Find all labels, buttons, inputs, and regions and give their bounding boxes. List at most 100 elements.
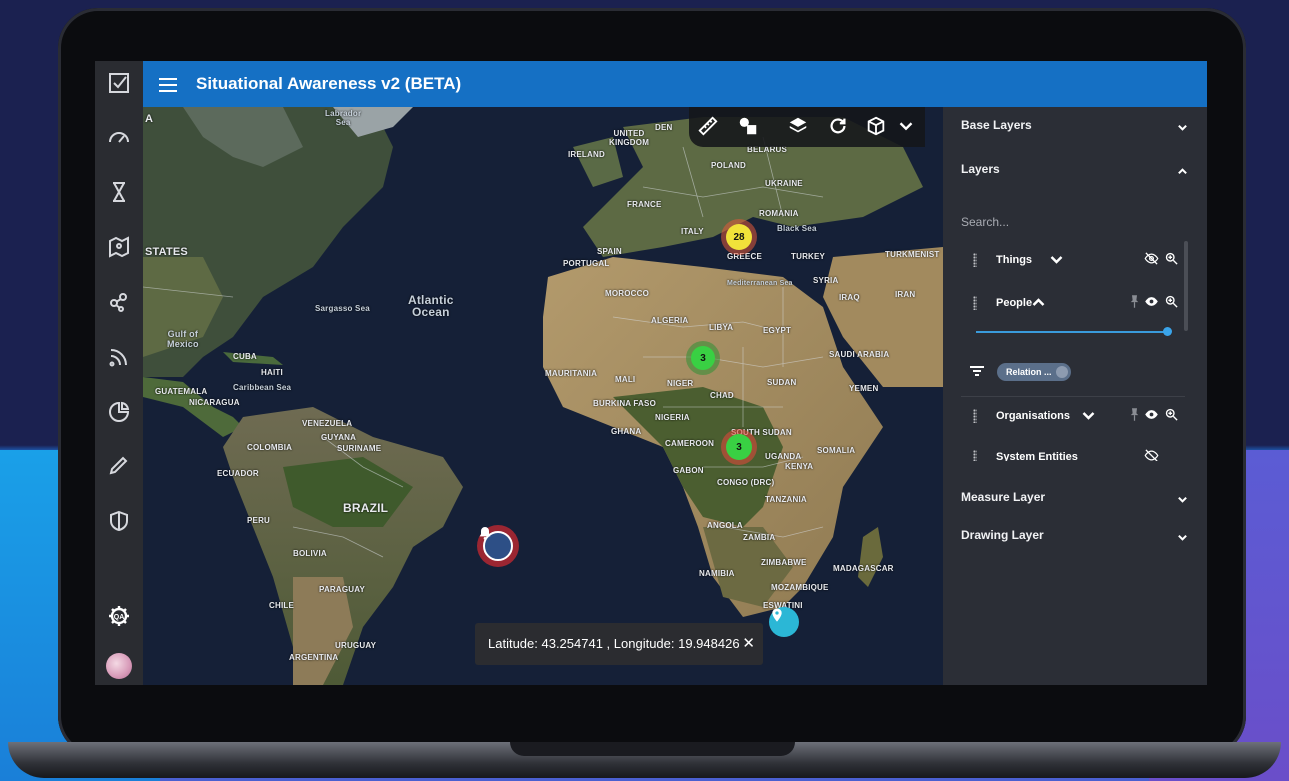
map-label-syria: SYRIA (813, 276, 839, 285)
map-label-ukraine: UKRAINE (765, 179, 803, 188)
shapes-icon[interactable] (737, 115, 761, 139)
eye-icon[interactable] (1144, 407, 1160, 423)
refresh-icon[interactable] (827, 115, 851, 139)
layer-item-system-entities[interactable]: System Entities (961, 447, 1185, 461)
map-label-zambia: ZAMBIA (743, 533, 776, 542)
close-icon[interactable]: ✕ (742, 623, 755, 665)
pin-icon[interactable] (1127, 407, 1143, 423)
map-label-labrador: Labrador Sea (325, 109, 362, 127)
map-label-chad: CHAD (710, 391, 734, 400)
avatar[interactable] (106, 653, 132, 679)
layers-scrollbar[interactable] (1184, 241, 1188, 331)
chevron-down-icon[interactable] (1081, 408, 1097, 424)
map-label-iraq: IRAQ (839, 293, 860, 302)
map-label-venezuela: VENEZUELA (302, 419, 353, 428)
map-label-sargasso: Sargasso Sea (315, 304, 370, 313)
pencil-edit-icon[interactable] (105, 453, 133, 481)
eye-icon[interactable] (1144, 294, 1160, 310)
map-label-tanzania: TANZANIA (765, 495, 807, 504)
layer-list-clip: System Entities (961, 447, 1185, 461)
chevron-up-icon[interactable] (1031, 295, 1047, 311)
task-check-icon[interactable] (105, 71, 133, 99)
cluster-count: 3 (691, 346, 715, 370)
map-label-mozambique: MOZAMBIQUE (771, 583, 829, 592)
page-title: Situational Awareness v2 (BETA) (196, 74, 462, 93)
filter-icon[interactable] (970, 366, 984, 376)
map-label-chile: CHILE (269, 601, 294, 610)
layers-search-input[interactable]: Search... (961, 215, 1009, 229)
map-label-argentina: ARGENTINA (289, 653, 339, 662)
dashboard-gauge-icon[interactable] (105, 125, 133, 153)
map-label-turkmenistan: TURKMENIST (885, 250, 940, 259)
layer-item-organisations[interactable]: Organisations (961, 403, 1185, 429)
layer-name: People (996, 297, 1033, 309)
chevron-up-icon[interactable] (1177, 164, 1187, 175)
layer-item-things[interactable]: Things (961, 247, 1185, 273)
map-label-colombia: COLOMBIA (247, 443, 293, 452)
map-label-spain: SPAIN (597, 247, 622, 256)
app-header: Situational Awareness v2 (BETA) (143, 61, 1207, 107)
slider-knob[interactable] (1163, 327, 1172, 336)
map-label-saudi: SAUDI ARABIA (829, 350, 890, 359)
map-label-portugal: PORTUGAL (563, 259, 610, 268)
chevron-down-icon[interactable] (1177, 120, 1187, 131)
map-cluster-marker[interactable]: 3 (721, 429, 757, 465)
map-cluster-marker[interactable]: 3 (686, 341, 720, 375)
map-label-poland: POLAND (711, 161, 746, 170)
cube-3d-icon[interactable] (865, 115, 889, 139)
zoom-in-icon[interactable] (1164, 251, 1180, 267)
layer-name: System Entities (996, 451, 1078, 461)
filter-chip[interactable]: Relation ... (997, 363, 1071, 381)
drag-handle-icon[interactable] (973, 409, 977, 423)
rss-feed-icon[interactable] (105, 345, 133, 373)
drag-handle-icon[interactable] (973, 296, 977, 310)
base-layers-header[interactable]: Base Layers (961, 118, 1032, 132)
chevron-down-icon[interactable] (1049, 252, 1065, 268)
pin-icon[interactable] (1127, 294, 1143, 310)
hourglass-icon[interactable] (105, 180, 133, 208)
hamburger-menu-icon[interactable] (159, 75, 177, 93)
map-view[interactable]: A Labrador Sea STATES Gulf of Mexico Sar… (143, 107, 943, 685)
map-label-iran: IRAN (895, 290, 916, 299)
map-label-uganda: UGANDA (765, 452, 802, 461)
eye-off-icon[interactable] (1144, 251, 1160, 267)
chevron-down-icon[interactable] (1177, 492, 1187, 503)
layer-item-people[interactable]: People (961, 290, 1185, 316)
cluster-count: 28 (726, 224, 752, 250)
shield-icon[interactable] (105, 509, 133, 537)
layers-icon[interactable] (787, 115, 811, 139)
map-cluster-marker[interactable]: 28 (721, 219, 757, 255)
map-label-edge: A (145, 113, 154, 125)
location-pin-icon[interactable] (769, 607, 799, 637)
toolbar-chevron-down-icon[interactable] (895, 115, 919, 139)
map-label-guatemala: GUATEMALA (155, 387, 208, 396)
measure-layer-header[interactable]: Measure Layer (961, 490, 1045, 504)
drawing-layer-header[interactable]: Drawing Layer (961, 528, 1044, 542)
chevron-down-icon[interactable] (1177, 530, 1187, 541)
map-label-egypt: EGYPT (763, 326, 792, 335)
pie-chart-icon[interactable] (105, 400, 133, 428)
people-opacity-slider[interactable] (976, 327, 1172, 336)
map-label-turkey: TURKEY (791, 252, 826, 261)
map-label-caribbean: Caribbean Sea (233, 383, 292, 392)
ruler-icon[interactable] (697, 115, 721, 139)
map-label-cameroon: CAMEROON (665, 439, 715, 448)
map-label-sudan: SUDAN (767, 378, 797, 387)
drag-handle-icon[interactable] (973, 253, 977, 267)
map-label-yemen: YEMEN (849, 384, 879, 393)
settings-gear-icon[interactable]: QA (105, 604, 133, 632)
zoom-in-icon[interactable] (1164, 407, 1180, 423)
drag-handle-icon[interactable] (973, 450, 977, 461)
map-label-uruguay: URUGUAY (335, 641, 377, 650)
zoom-in-icon[interactable] (1164, 294, 1180, 310)
coordinates-text: Latitude: 43.254741 , Longitude: 19.9484… (488, 636, 740, 651)
chip-close-icon[interactable] (1056, 366, 1068, 378)
eye-off-icon[interactable] (1144, 448, 1160, 461)
map-label-zimbabwe: ZIMBABWE (761, 558, 807, 567)
bell-alarm-icon[interactable] (477, 525, 519, 567)
network-nodes-icon[interactable] (105, 290, 133, 318)
map-label-peru: PERU (247, 516, 271, 525)
map-icon[interactable] (105, 235, 133, 263)
map-label-cuba: CUBA (233, 352, 257, 361)
layers-header[interactable]: Layers (961, 162, 1000, 176)
